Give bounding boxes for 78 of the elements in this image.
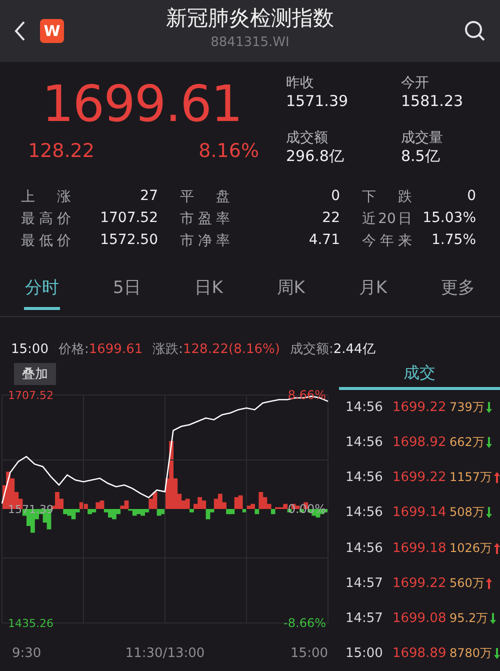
summary-value: 296.8亿 — [286, 146, 345, 166]
trade-time: 14:56 — [345, 435, 384, 450]
stat-label: 今年来 — [362, 232, 412, 250]
axis-label: 9:30 — [12, 646, 42, 661]
stat-value: 27 — [140, 188, 158, 206]
stat-label: 下 跌 — [362, 188, 412, 206]
stat-label: 市盈率 — [180, 210, 230, 228]
page-title: 新冠肺炎检测指数 — [166, 5, 334, 32]
stat-value: 22 — [322, 210, 340, 228]
current-price: 1699.61 — [41, 74, 243, 134]
trade-volume: 95.2万 — [449, 610, 488, 627]
axis-label: 0.00% — [288, 502, 326, 516]
axis-label: -8.66% — [284, 616, 326, 630]
summary-value: 1581.23 — [401, 92, 464, 110]
info-item: 涨跌:128.22(8.16%) — [152, 341, 280, 358]
chart-tab[interactable]: 5日 — [112, 276, 142, 310]
stat-value: 0 — [331, 188, 340, 206]
axis-label: 1435.26 — [8, 617, 54, 630]
trade-time: 14:57 — [345, 576, 384, 591]
trade-price: 1698.89 — [392, 646, 448, 661]
trade-volume: 739万 — [449, 399, 484, 416]
trade-time: 14:56 — [345, 505, 384, 520]
trade-price: 1699.08 — [392, 610, 448, 626]
index-code: 8841315.WI — [210, 35, 290, 50]
info-time: 15:00 — [11, 342, 48, 356]
axis-label: 1571.39 — [8, 503, 54, 516]
trade-volume: 8780万 — [449, 644, 492, 662]
stat-value: 15.03% — [422, 210, 476, 228]
stat-label: 市净率 — [180, 232, 230, 250]
trade-volume: 508万 — [449, 504, 484, 522]
info-item: 价格:1699.61 — [58, 341, 143, 358]
summary-value: 1571.39 — [286, 92, 350, 110]
trade-time: 15:00 — [345, 646, 384, 661]
stat-value: 1572.50 — [100, 232, 158, 250]
trade-volume: 662万 — [449, 434, 484, 452]
trade-time: 14:56 — [345, 540, 384, 556]
info-item: 成交额:2.44亿 — [290, 341, 376, 358]
axis-label: 1707.52 — [8, 389, 54, 402]
chart-tab[interactable]: 月K — [358, 276, 388, 310]
summary-label: 成交量 — [401, 128, 444, 146]
trades-tab[interactable]: 成交 — [339, 361, 500, 390]
axis-label: 15:00 — [290, 646, 328, 661]
overlay-button[interactable]: 叠加 — [14, 363, 56, 385]
trade-time: 14:57 — [345, 610, 384, 626]
percent-change: 8.16% — [198, 140, 259, 162]
stat-label: 上 涨 — [21, 188, 71, 206]
trade-volume: 1157万 — [449, 469, 492, 486]
trade-price: 1699.22 — [392, 400, 448, 416]
chart-tab[interactable]: 日K — [194, 276, 224, 310]
back-icon[interactable] — [14, 20, 26, 42]
axis-label: 11:30/13:00 — [125, 646, 205, 661]
stat-label: 平 盘 — [180, 188, 230, 206]
trade-price: 1698.92 — [392, 435, 448, 450]
stat-value: 1.75% — [432, 232, 476, 250]
stat-label: 最高价 — [21, 210, 71, 228]
trade-volume: 560万 — [449, 574, 484, 592]
trade-price: 1699.22 — [392, 576, 448, 591]
trade-volume: 1026万 — [449, 540, 492, 557]
chart-tab[interactable]: 分时 — [24, 276, 60, 310]
trade-price: 1699.22 — [392, 470, 448, 486]
stat-label: 最低价 — [21, 232, 71, 250]
chart-tab[interactable]: 更多 — [440, 276, 476, 310]
chart-tab[interactable]: 周K — [276, 276, 306, 310]
price-change: 128.22 — [28, 140, 94, 162]
summary-label: 今开 — [401, 74, 430, 92]
stat-value: 4.71 — [308, 232, 340, 250]
stat-label: 近20日 — [362, 210, 412, 228]
summary-label: 昨收 — [286, 74, 315, 92]
search-icon[interactable] — [464, 20, 486, 42]
trade-time: 14:56 — [345, 400, 384, 416]
trade-price: 1699.14 — [392, 505, 448, 520]
trade-price: 1699.18 — [392, 540, 448, 556]
stat-value: 1707.52 — [100, 210, 158, 228]
summary-value: 8.5亿 — [401, 146, 441, 166]
trade-time: 14:56 — [345, 470, 384, 486]
app-logo: W — [40, 19, 64, 43]
stat-value: 0 — [467, 188, 476, 206]
summary-label: 成交额 — [286, 128, 329, 146]
